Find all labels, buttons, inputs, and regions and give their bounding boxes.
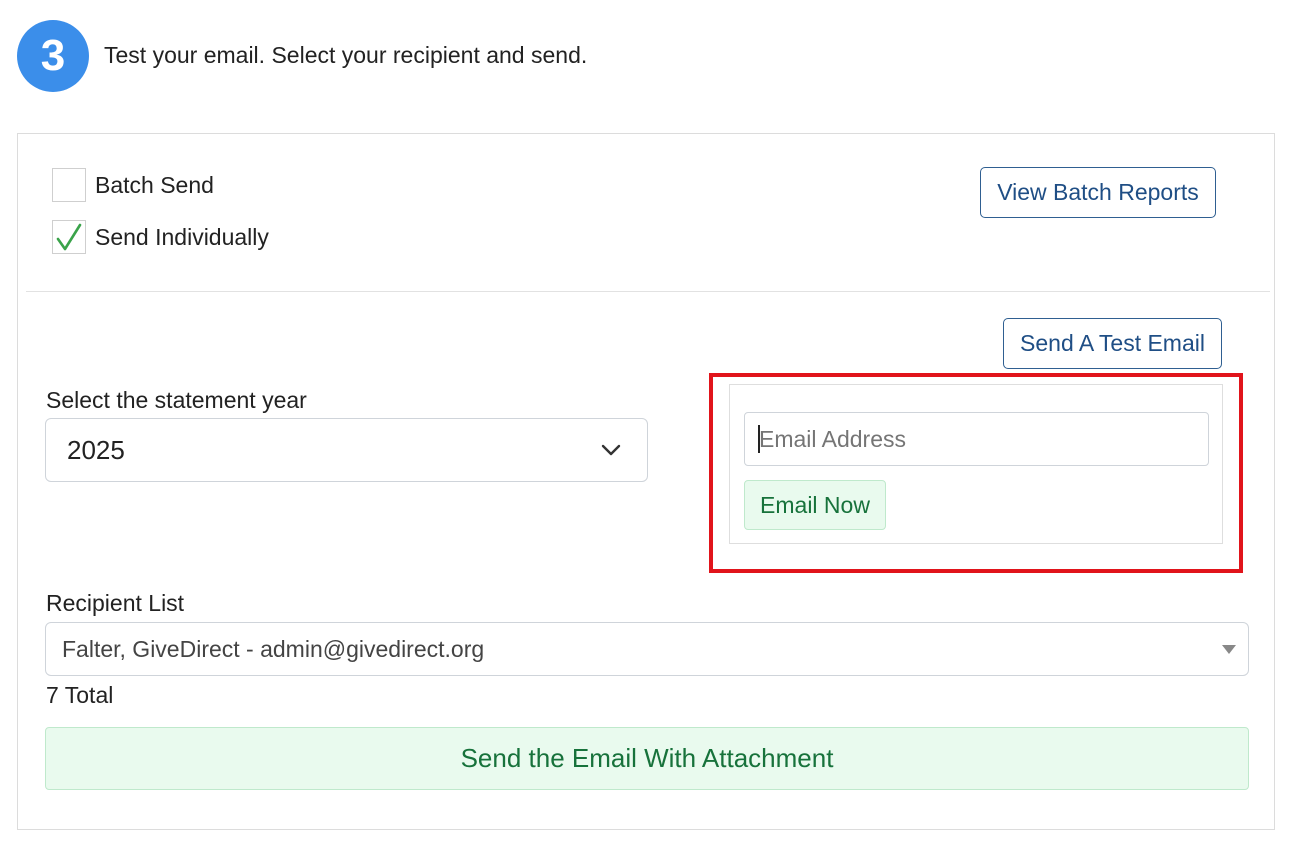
email-settings-card: Batch Send Send Individually View Batch … [17,133,1275,830]
recipient-list-label: Recipient List [46,590,185,616]
step-instruction: Test your email. Select your recipient a… [104,42,588,68]
statement-year-value: 2025 [67,434,125,465]
test-email-panel: Email Now [729,384,1223,544]
send-individually-option[interactable]: Send Individually [52,220,269,254]
batch-send-option[interactable]: Batch Send [52,168,214,202]
batch-send-label: Batch Send [95,171,214,198]
recipient-selected-value: Falter, GiveDirect - admin@givedirect.or… [62,635,485,662]
send-test-email-button[interactable]: Send A Test Email [1003,318,1222,369]
send-email-with-attachment-button[interactable]: Send the Email With Attachment [45,727,1249,790]
chevron-down-icon [601,444,621,456]
statement-year-label: Select the statement year [46,387,307,413]
section-divider [26,291,1270,292]
caret-down-icon [1222,644,1236,654]
test-email-input[interactable] [744,412,1209,466]
recipient-total: 7 Total [46,682,114,708]
step-number-badge: 3 [17,20,89,92]
text-cursor [758,425,760,453]
check-icon [56,223,82,251]
view-batch-reports-button[interactable]: View Batch Reports [980,167,1216,218]
batch-send-checkbox[interactable] [52,168,86,202]
send-individually-label: Send Individually [95,223,269,250]
send-individually-checkbox[interactable] [52,220,86,254]
statement-year-select[interactable]: 2025 [45,418,648,482]
email-now-button[interactable]: Email Now [744,480,886,530]
recipient-select[interactable]: Falter, GiveDirect - admin@givedirect.or… [45,622,1249,676]
